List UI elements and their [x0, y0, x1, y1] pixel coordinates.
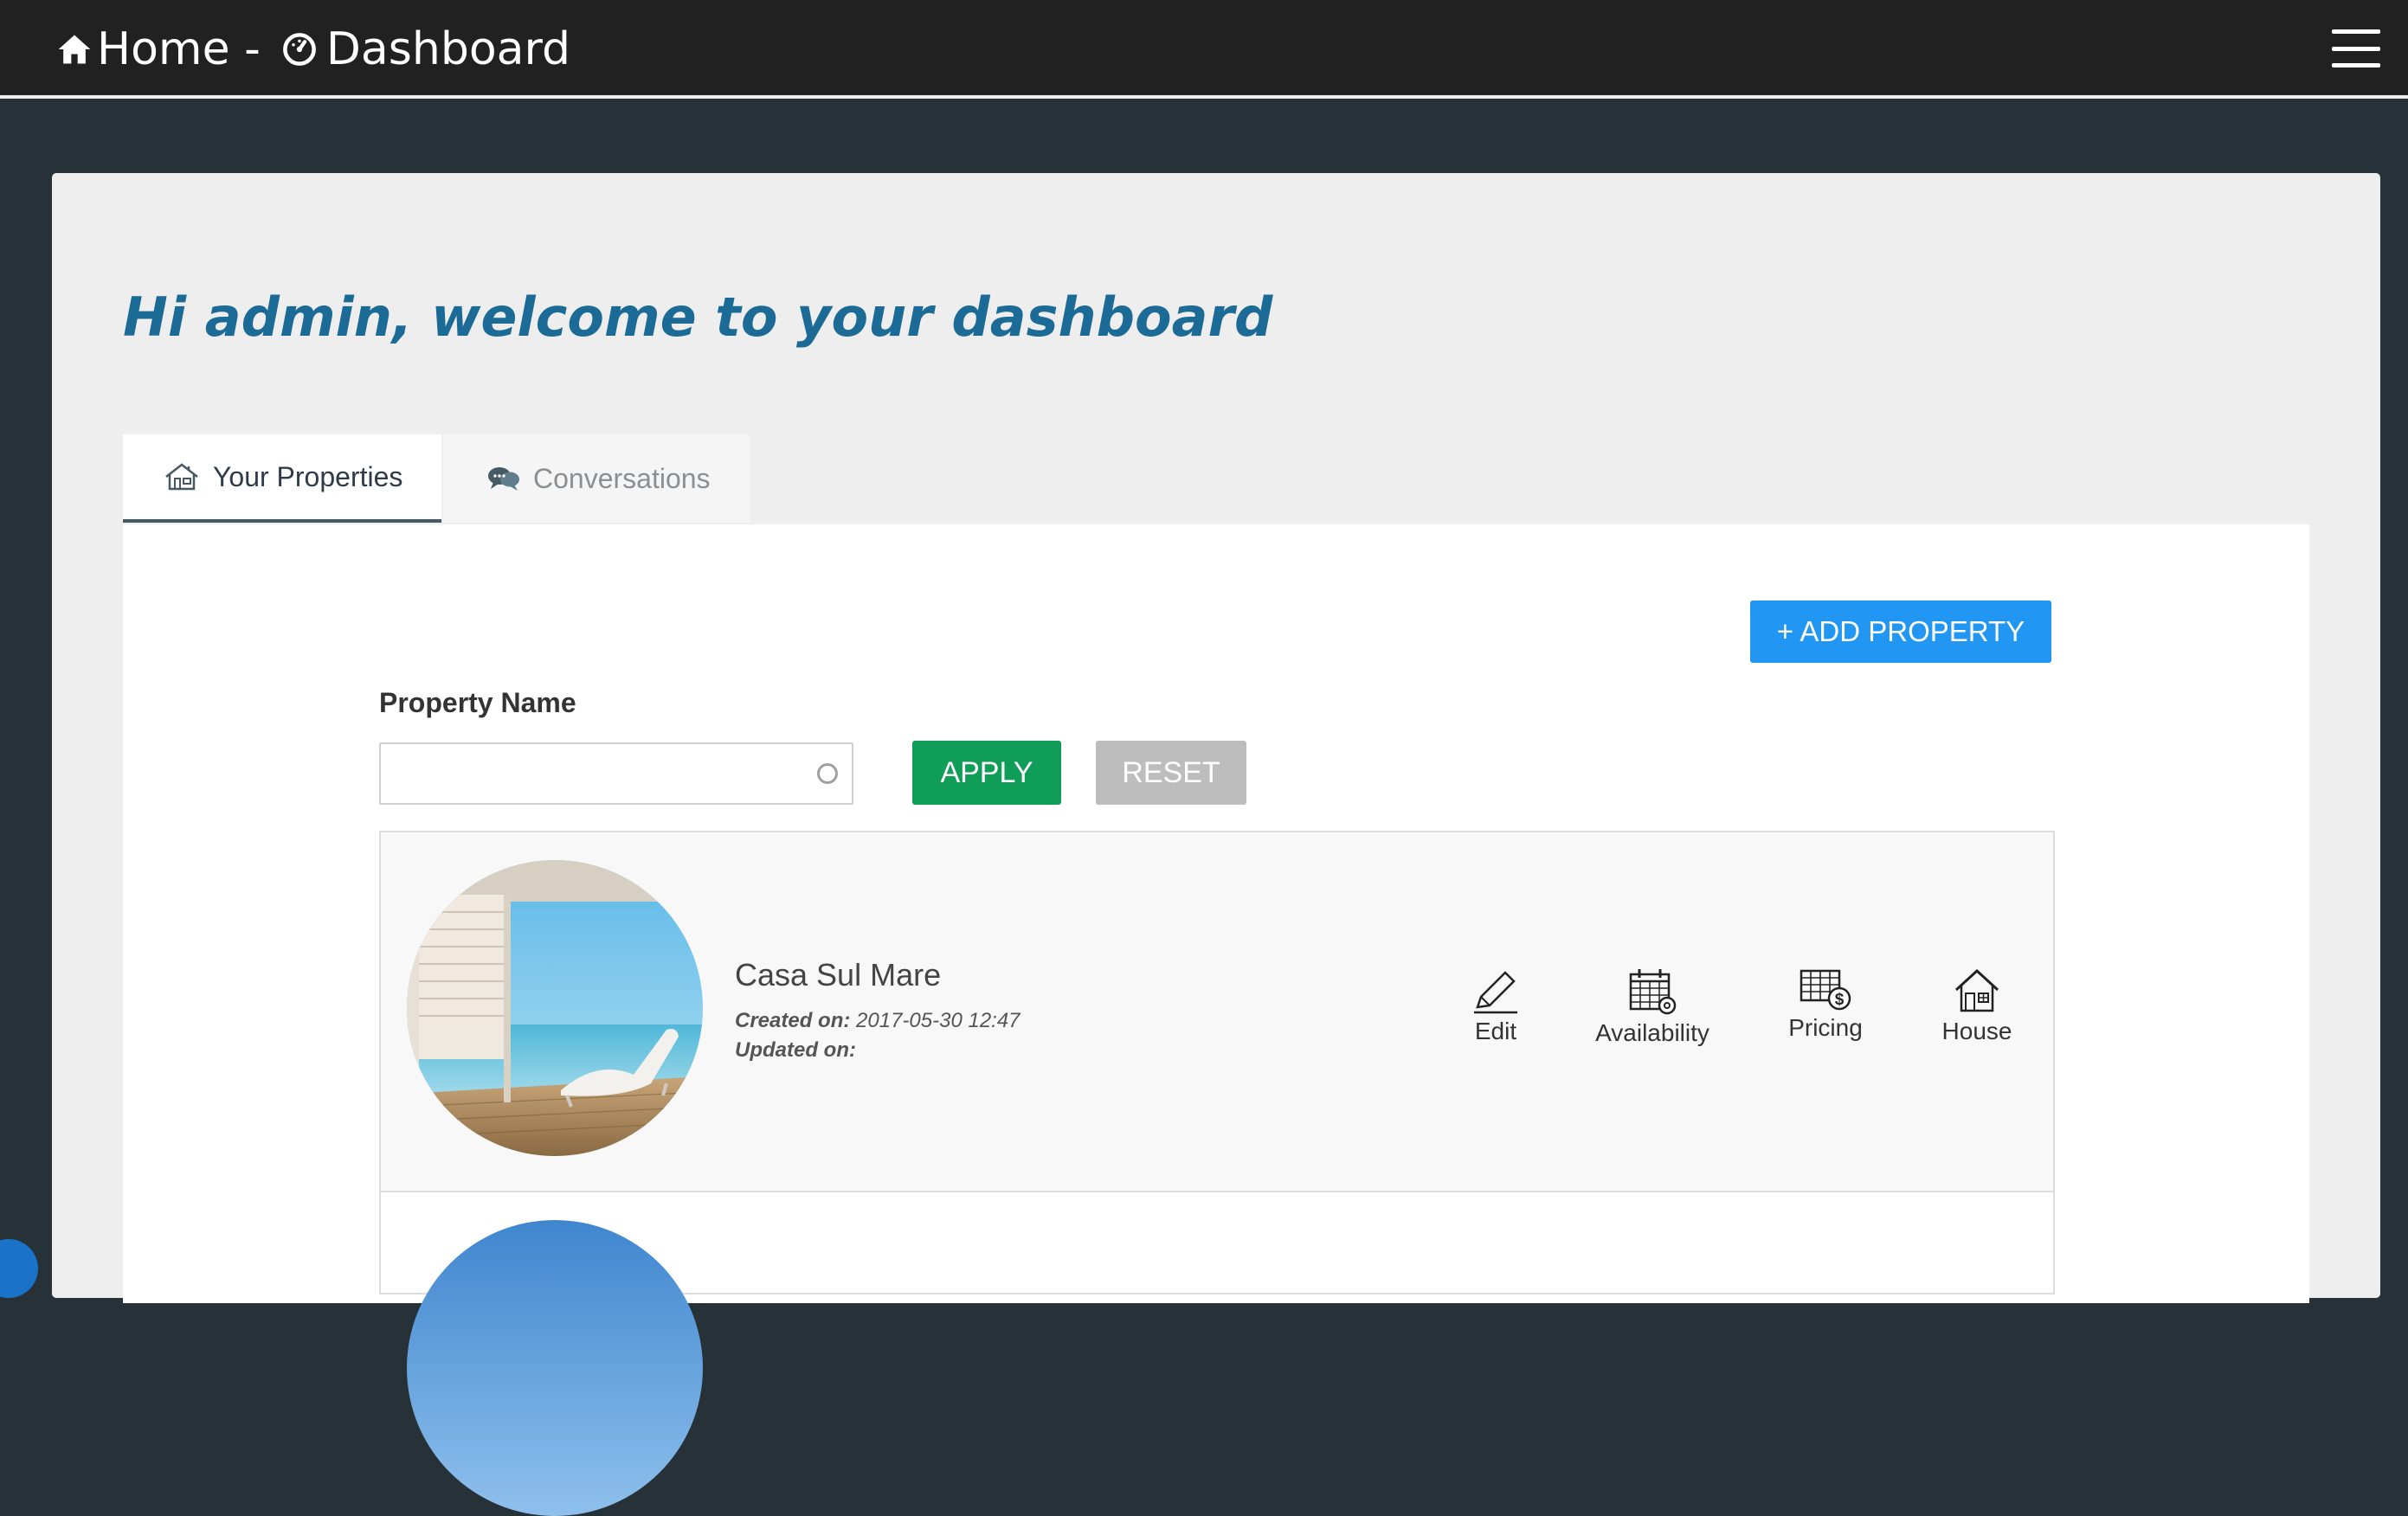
- property-thumbnail[interactable]: [407, 1220, 703, 1516]
- calendar-gear-icon: [1629, 969, 1677, 1015]
- tab-label: Your Properties: [213, 460, 403, 492]
- apply-button[interactable]: APPLY: [912, 741, 1061, 805]
- add-property-button[interactable]: + ADD PROPERTY: [1750, 601, 2051, 663]
- property-name-label: Property Name: [379, 687, 576, 718]
- house-label: House: [1941, 1018, 2012, 1044]
- house-icon: [165, 463, 198, 491]
- tab-your-properties[interactable]: Your Properties: [123, 434, 441, 523]
- house-icon: [1954, 968, 1999, 1012]
- edit-action[interactable]: Edit: [1463, 967, 1529, 1045]
- breadcrumb: Home - Dashboard: [55, 19, 570, 80]
- welcome-heading: Hi admin, welcome to your dashboard: [123, 286, 1273, 349]
- floating-help-button[interactable]: [0, 1239, 38, 1298]
- tab-label: Conversations: [533, 462, 711, 494]
- pricing-label: Pricing: [1788, 1014, 1863, 1041]
- created-on-label: Created on:: [735, 1009, 851, 1032]
- pencil-icon: [1474, 971, 1517, 1014]
- house-action[interactable]: House: [1932, 967, 2022, 1045]
- pricing-action[interactable]: $ Pricing: [1774, 967, 1877, 1042]
- hamburger-menu-icon[interactable]: [2332, 29, 2380, 67]
- chat-icon: [488, 467, 519, 491]
- created-on: Created on: 2017-05-30 12:47: [735, 1009, 1021, 1033]
- availability-action[interactable]: Availability: [1584, 967, 1721, 1047]
- page-title: Dashboard: [325, 23, 570, 75]
- created-on-value: 2017-05-30 12:47: [856, 1009, 1021, 1032]
- property-name[interactable]: Casa Sul Mare: [735, 957, 941, 993]
- property-thumbnail[interactable]: [407, 860, 703, 1156]
- top-navbar: Home - Dashboard: [0, 0, 2408, 99]
- svg-text:$: $: [1835, 991, 1845, 1009]
- availability-label: Availability: [1595, 1019, 1709, 1046]
- price-grid-icon: $: [1800, 969, 1851, 1011]
- property-name-input[interactable]: [379, 742, 853, 805]
- tab-conversations[interactable]: Conversations: [443, 434, 750, 523]
- loading-spinner-icon: [817, 763, 838, 784]
- updated-on: Updated on:: [735, 1038, 856, 1063]
- reset-button[interactable]: RESET: [1096, 741, 1246, 805]
- edit-label: Edit: [1474, 1018, 1517, 1044]
- dashboard-icon: [282, 33, 316, 66]
- breadcrumb-home[interactable]: Home -: [97, 23, 261, 75]
- updated-on-label: Updated on:: [735, 1038, 856, 1062]
- home-icon: [58, 35, 91, 64]
